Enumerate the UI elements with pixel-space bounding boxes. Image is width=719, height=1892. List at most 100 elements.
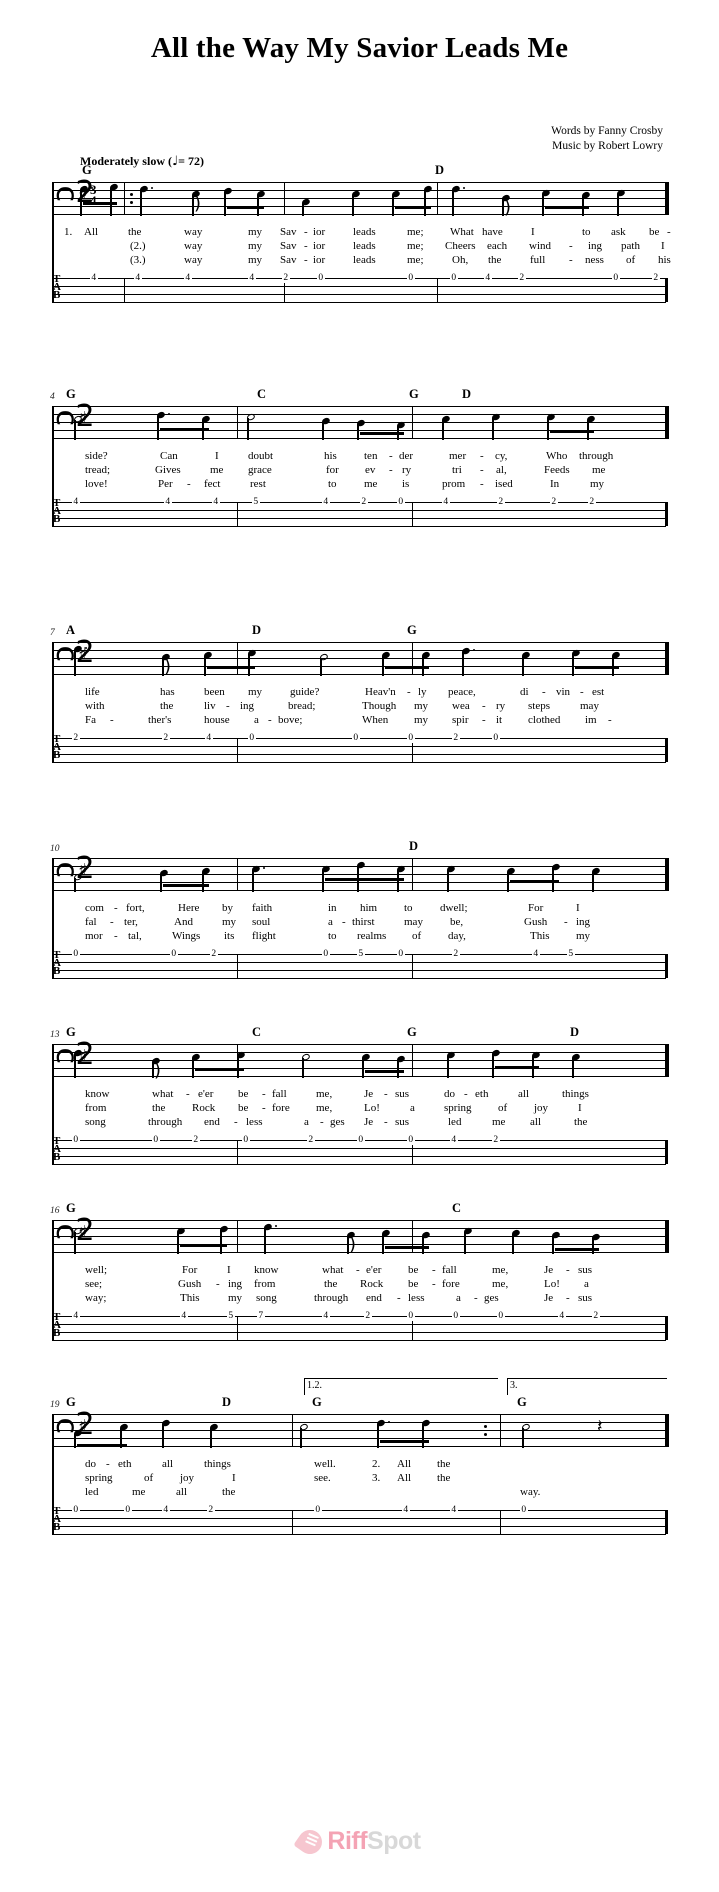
- lyric-syllable: clothed: [528, 714, 561, 726]
- lyric-syllable: Lo!: [544, 1278, 560, 1290]
- note-stem: [422, 656, 424, 676]
- lyric-syllable: be: [238, 1088, 249, 1100]
- tab-line: [52, 1340, 666, 1341]
- note-stem: [397, 1060, 399, 1078]
- tab-fret-number: 0: [407, 733, 415, 743]
- lyric-syllable: me,: [492, 1264, 509, 1276]
- lyric-syllable: -: [356, 1264, 360, 1276]
- chord-symbol: G: [82, 163, 92, 177]
- lyric-verse-line: way; This my song through end - less a - ges Je - sus: [52, 1292, 672, 1306]
- chord-symbol: C: [257, 387, 267, 401]
- note-stem: [224, 192, 226, 216]
- tab-clef-letter: B: [53, 513, 61, 525]
- lyric-syllable: the: [488, 254, 502, 266]
- tab-fret-number: 0: [72, 1135, 80, 1145]
- note-stem: [582, 196, 584, 216]
- tablature-staff: TAB00420440: [52, 1505, 668, 1542]
- lyric-syllable: tri: [452, 464, 462, 476]
- lyric-syllable: -: [304, 226, 308, 238]
- tab-fret-number: 2: [72, 733, 80, 743]
- note-stem: [397, 870, 399, 892]
- lyric-syllable: a: [304, 1116, 309, 1128]
- lyric-syllable: -: [667, 226, 671, 238]
- tab-barline: [665, 954, 668, 978]
- chord-symbol: G: [66, 387, 76, 401]
- lyric-syllable: things: [204, 1458, 231, 1470]
- lyrics-block: com - fort, Here by faith in him to dwell; For Ifal…: [52, 902, 672, 944]
- lyric-syllable: I: [215, 450, 219, 462]
- tab-barline: [412, 954, 414, 978]
- eighth-flag-icon: ): [349, 1234, 357, 1255]
- tab-fret-number: 4: [184, 273, 192, 283]
- tab-barline: [237, 954, 239, 978]
- lyric-syllable: -: [569, 254, 573, 266]
- lyric-syllable: -: [216, 1278, 220, 1290]
- guitar-pick-icon: [293, 1825, 328, 1859]
- chord-symbol: D: [435, 163, 445, 177]
- lyric-syllable: sus: [578, 1292, 593, 1304]
- staff-line: [52, 658, 666, 659]
- volta-label: 1.2.: [307, 1380, 322, 1391]
- lyric-syllable: end: [366, 1292, 382, 1304]
- lyric-syllable: -: [234, 1116, 238, 1128]
- lyric-syllable: All: [84, 226, 99, 238]
- lyric-syllable: peace,: [448, 686, 476, 698]
- tab-barline: [665, 738, 668, 762]
- note-stem: [237, 1056, 239, 1078]
- lyric-syllable: for: [326, 464, 339, 476]
- note-stem: [552, 1236, 554, 1254]
- lyric-syllable: fal: [85, 916, 97, 928]
- staff-line: [52, 182, 666, 183]
- eighth-flag-icon: ): [504, 197, 512, 218]
- system-bracket: [52, 182, 54, 302]
- notation-staff: ᴒ2♯): [52, 1040, 669, 1081]
- page-title: All the Way My Savior Leads Me: [150, 32, 569, 64]
- lyric-syllable: -: [342, 916, 346, 928]
- lyric-syllable: my: [222, 916, 237, 928]
- tab-fret-number: 5: [252, 497, 260, 507]
- lyric-syllable: day,: [448, 930, 466, 942]
- lyric-syllable: tread;: [85, 464, 111, 476]
- lyric-syllable: I: [661, 240, 665, 252]
- lyric-syllable: cy,: [495, 450, 508, 462]
- tab-fret-number: 0: [170, 949, 178, 959]
- tempo-bpm: = 72): [178, 154, 204, 168]
- tab-fret-number: 0: [357, 1135, 365, 1145]
- lyric-syllable: -: [566, 1264, 570, 1276]
- tab-fret-number: 2: [588, 497, 596, 507]
- lyric-verse-line: life has been my guide? Heav'n - ly peace, di - vin…: [52, 686, 672, 700]
- lyric-syllable: my: [228, 1292, 243, 1304]
- tab-line: [52, 962, 666, 963]
- tab-fret-number: 0: [492, 733, 500, 743]
- lyric-syllable: Rock: [360, 1278, 384, 1290]
- sheet-music-page: All the Way My Savior Leads Me Words by …: [0, 32, 719, 1892]
- lyric-verse-line: Fa - ther's house a - bove; When my spir - it clothe…: [52, 714, 672, 728]
- lyric-syllable: through: [314, 1292, 349, 1304]
- lyric-syllable: rest: [250, 478, 266, 490]
- tab-fret-number: 4: [162, 1505, 170, 1515]
- tab-fret-number: 0: [397, 949, 405, 959]
- note-stem: [452, 190, 454, 216]
- lyric-syllable: -: [480, 464, 484, 476]
- staff-line: [52, 674, 666, 675]
- lyric-syllable: the: [437, 1458, 451, 1470]
- tab-fret-number: 2: [282, 273, 290, 283]
- lyric-syllable: from: [254, 1278, 276, 1290]
- staff-line: [52, 1244, 666, 1245]
- note-stem: [120, 1428, 122, 1448]
- lyric-syllable: ther's: [148, 714, 172, 726]
- lyric-syllable: (2.): [130, 240, 146, 252]
- lyric-syllable: spring: [85, 1472, 113, 1484]
- lyric-verse-line: led me all the way.: [52, 1486, 672, 1500]
- tab-line: [52, 526, 666, 527]
- lyric-syllable: al,: [496, 464, 507, 476]
- lyric-syllable: Heav'n: [365, 686, 396, 698]
- note-stem: [547, 418, 549, 440]
- tab-fret-number: 0: [452, 1311, 460, 1321]
- tab-line: [52, 1526, 666, 1527]
- tab-fret-number: 0: [322, 949, 330, 959]
- tab-fret-number: 4: [322, 1311, 330, 1321]
- lyric-syllable: bove;: [278, 714, 303, 726]
- riffspot-logo: RiffSpot: [0, 1825, 719, 1859]
- lyric-syllable: -: [106, 1458, 110, 1470]
